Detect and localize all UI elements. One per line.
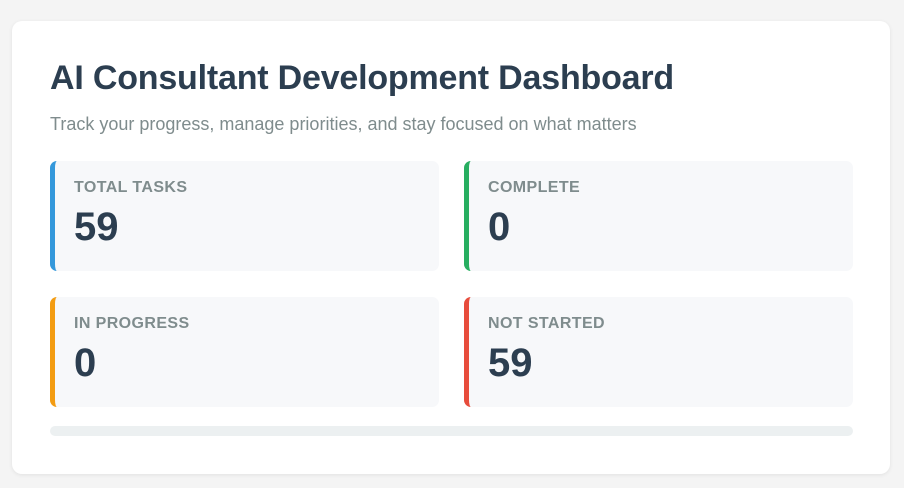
stat-card-complete: COMPLETE 0: [464, 161, 853, 271]
stat-value: 0: [488, 205, 511, 249]
stat-value: 59: [488, 341, 533, 385]
page-title: AI Consultant Development Dashboard: [50, 59, 674, 97]
stat-card-not-started: NOT STARTED 59: [464, 297, 853, 407]
stat-label: COMPLETE: [488, 179, 581, 196]
stat-label: TOTAL TASKS: [74, 179, 188, 196]
stat-card-in-progress: IN PROGRESS 0: [50, 297, 439, 407]
stat-value: 59: [74, 205, 119, 249]
stat-value: 0: [74, 341, 97, 385]
overall-progress-bar: [50, 426, 853, 436]
dashboard-card: AI Consultant Development Dashboard Trac…: [12, 21, 890, 474]
page-subtitle: Track your progress, manage priorities, …: [50, 114, 637, 134]
stat-label: NOT STARTED: [488, 315, 605, 332]
stat-card-total-tasks: TOTAL TASKS 59: [50, 161, 439, 271]
stat-label: IN PROGRESS: [74, 315, 190, 332]
